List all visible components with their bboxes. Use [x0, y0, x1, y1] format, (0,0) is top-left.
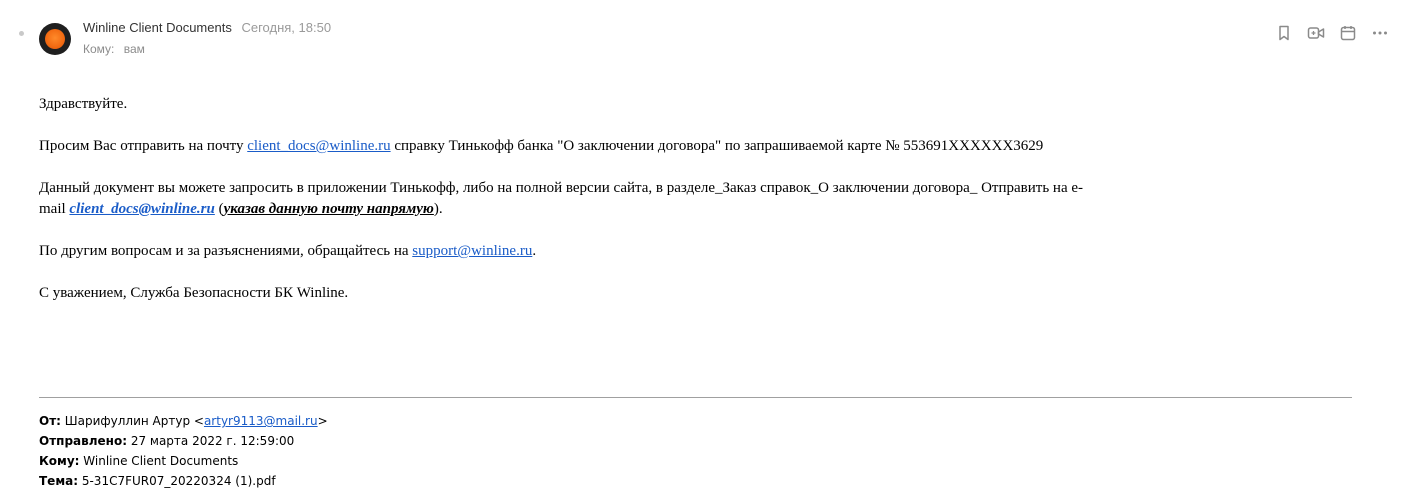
greeting: Здравствуйте. [39, 96, 128, 112]
bookmark-button[interactable] [1274, 22, 1294, 44]
instructions-line-1: Данный документ вы можете запросить в пр… [39, 180, 1084, 196]
forwarded-subject-value: 5-31C7FUR07_20220324 (1).pdf [78, 474, 276, 488]
forwarded-from-close: > [317, 414, 328, 428]
request-paragraph: Просим Вас отправить на почту client_doc… [39, 136, 1179, 157]
more-icon [1373, 31, 1387, 35]
forwarded-sent-row: Отправлено: 27 марта 2022 г. 12:59:00 [39, 431, 328, 451]
forwarded-to-label: Кому: [39, 454, 80, 468]
sender-name[interactable]: Winline Client Documents [83, 20, 232, 35]
instructions-paren-close: ). [433, 201, 443, 217]
instructions-email-prefix: mail [39, 201, 70, 217]
client-docs-email-link[interactable]: client_docs@winline.ru [247, 138, 390, 154]
unread-indicator[interactable] [19, 31, 24, 36]
forwarded-from-email-link[interactable]: artyr9113@mail.ru [204, 414, 318, 428]
forwarded-headers: От: Шарифуллин Артур <artyr9113@mail.ru>… [39, 411, 328, 491]
forwarded-sent-value: 27 марта 2022 г. 12:59:00 [127, 434, 295, 448]
signature: С уважением, Служба Безопасности БК Winl… [39, 285, 349, 301]
support-paragraph: По другим вопросам и за разъяснениями, о… [39, 241, 1179, 262]
request-text-start: Просим Вас отправить на почту [39, 138, 248, 154]
forwarded-subject-label: Тема: [39, 474, 79, 488]
video-call-icon [1307, 27, 1325, 39]
calendar-icon [1340, 26, 1356, 41]
forwarded-sent-label: Отправлено: [39, 434, 127, 448]
forwarded-from-name: Шарифуллин Артур < [60, 414, 204, 428]
instructions-paren-open: ( [214, 201, 224, 217]
forwarded-to-row: Кому: Winline Client Documents [39, 451, 328, 471]
bookmark-icon [1279, 25, 1289, 41]
message-body: Здравствуйте. Просим Вас отправить на по… [39, 94, 1179, 304]
forwarded-from-label: От: [39, 414, 61, 428]
forwarded-to-value: Winline Client Documents [79, 454, 239, 468]
more-button[interactable] [1370, 22, 1390, 44]
video-call-button[interactable] [1306, 22, 1326, 44]
instructions-emphasis: указав данную почту напрямую [223, 201, 434, 217]
recipient-value[interactable]: вам [124, 42, 145, 56]
recipient-line: Кому: вам [83, 41, 145, 57]
sender-line: Winline Client Documents Сегодня, 18:50 [83, 19, 331, 36]
avatar[interactable] [39, 23, 71, 55]
forward-divider [39, 397, 1352, 398]
support-text: По другим вопросам и за разъяснениями, о… [39, 243, 413, 259]
instructions-line-2: mail client_docs@winline.ru (указав данн… [39, 199, 1179, 220]
message-toolbar [1274, 22, 1390, 44]
support-text-end: . [532, 243, 537, 259]
message-date: Сегодня, 18:50 [241, 20, 332, 35]
winline-logo-icon [45, 29, 65, 49]
recipient-label: Кому: [83, 42, 115, 56]
forwarded-from-row: От: Шарифуллин Артур <artyr9113@mail.ru> [39, 411, 328, 431]
forwarded-subject-row: Тема: 5-31C7FUR07_20220324 (1).pdf [39, 471, 328, 491]
calendar-button[interactable] [1338, 22, 1358, 44]
request-text-end: справку Тинькофф банка "О заключении дог… [390, 138, 1044, 154]
support-email-link[interactable]: support@winline.ru [412, 243, 532, 259]
client-docs-email-link-emphasized[interactable]: client_docs@winline.ru [69, 201, 214, 217]
